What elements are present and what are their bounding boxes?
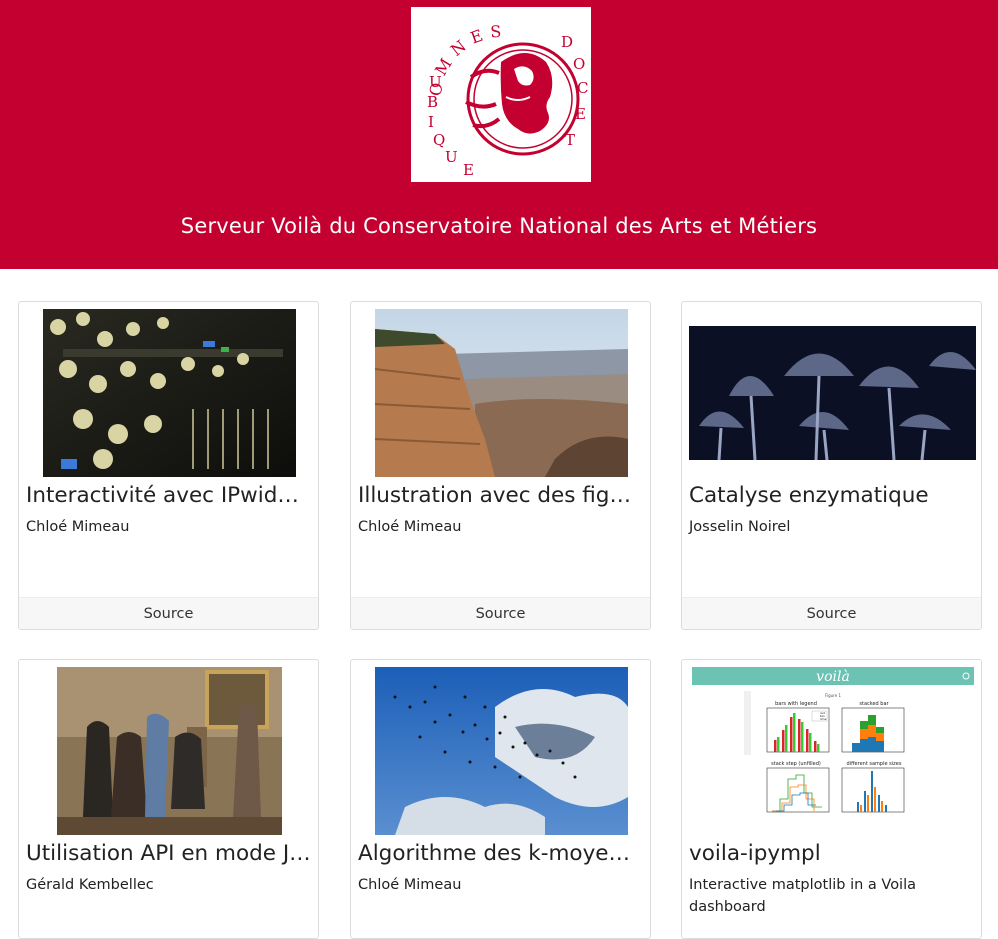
card-title[interactable]: Illustration avec des fig…	[358, 483, 644, 508]
cnam-logo: OMNES U B I Q U E D O C E T	[411, 7, 591, 182]
svg-text:different sample sizes: different sample sizes	[847, 761, 902, 767]
birds-image	[375, 667, 628, 835]
svg-text:U: U	[429, 73, 442, 91]
card-author: Chloé Mimeau	[358, 519, 462, 535]
svg-text:E: E	[575, 105, 586, 123]
svg-text:Figure 1: Figure 1	[825, 693, 841, 698]
svg-text:stacked bar: stacked bar	[859, 701, 889, 707]
svg-text:O: O	[573, 55, 585, 73]
card-author: Josselin Noirel	[689, 519, 791, 535]
card-illustration[interactable]: Illustration avec des fig… Chloé Mimeau …	[350, 301, 651, 630]
svg-text:E: E	[463, 161, 474, 179]
svg-text:D: D	[561, 33, 573, 51]
source-link[interactable]: Source	[682, 597, 981, 629]
card-k-moyennes[interactable]: Algorithme des k-moye… Chloé Mimeau	[350, 659, 651, 939]
svg-text:Q: Q	[433, 131, 445, 149]
source-link[interactable]: Source	[351, 597, 650, 629]
card-description: Interactive matplotlib in a Voila dashbo…	[689, 877, 917, 915]
svg-text:T: T	[565, 131, 575, 149]
svg-text:lime: lime	[820, 717, 827, 721]
canyon-image	[375, 309, 628, 477]
svg-text:stack step (unfilled): stack step (unfilled)	[771, 761, 821, 767]
card-title[interactable]: Utilisation API en mode J…	[26, 841, 312, 866]
card-interactivite[interactable]: Interactivité avec IPwid… Chloé Mimeau S…	[18, 301, 319, 630]
site-header: OMNES U B I Q U E D O C E T Serveur Voil…	[0, 0, 998, 269]
card-author: Chloé Mimeau	[358, 877, 462, 893]
source-link[interactable]: Source	[19, 597, 318, 629]
mixing-console-image	[43, 309, 296, 477]
voila-dashboard-image: voilà Figure 1 bars with legend red tan …	[692, 667, 974, 827]
card-catalyse[interactable]: Catalyse enzymatique Josselin Noirel Sou…	[681, 301, 982, 630]
svg-text:U: U	[445, 148, 458, 166]
card-title[interactable]: Catalyse enzymatique	[689, 483, 975, 508]
svg-text:bars with legend: bars with legend	[775, 701, 817, 707]
card-title[interactable]: Interactivité avec IPwid…	[26, 483, 312, 508]
card-voila-ipympl[interactable]: voilà Figure 1 bars with legend red tan …	[681, 659, 982, 939]
svg-text:I: I	[428, 113, 434, 131]
svg-text:C: C	[577, 79, 588, 97]
card-title[interactable]: Algorithme des k-moye…	[358, 841, 644, 866]
card-title[interactable]: voila-ipympl	[689, 841, 975, 866]
voila-brand: voilà	[816, 669, 850, 685]
card-author: Gérald Kembellec	[26, 877, 154, 893]
svg-text:B: B	[427, 93, 438, 111]
card-author: Chloé Mimeau	[26, 519, 130, 535]
mushrooms-image	[689, 326, 976, 460]
site-title: Serveur Voilà du Conservatoire National …	[180, 214, 818, 238]
painting-image	[57, 667, 282, 835]
cnam-seal-icon: OMNES U B I Q U E D O C E T	[425, 21, 588, 179]
card-utilisation-api[interactable]: Utilisation API en mode J… Gérald Kembel…	[18, 659, 319, 939]
